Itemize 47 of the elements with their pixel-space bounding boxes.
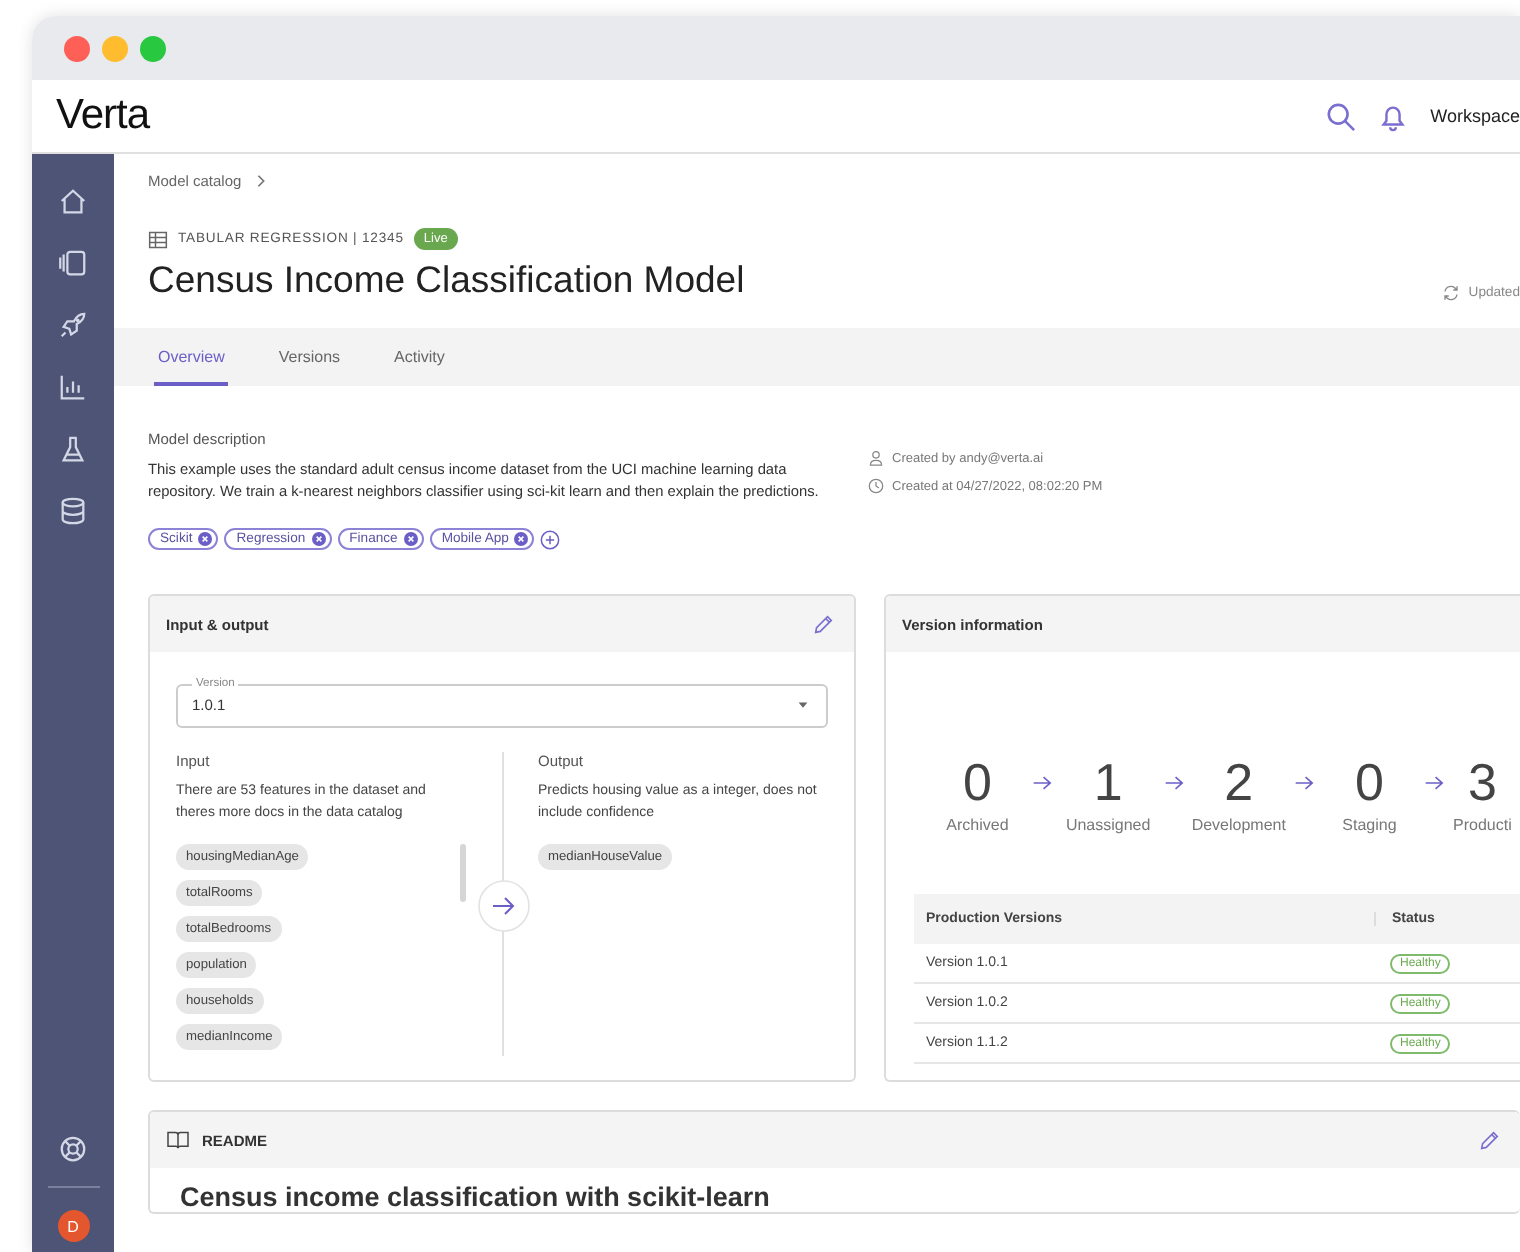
arrow-right-icon bbox=[1032, 774, 1053, 792]
notification-bell-icon[interactable] bbox=[1378, 101, 1409, 131]
home-icon[interactable] bbox=[58, 186, 88, 216]
arrow-right-icon bbox=[1424, 774, 1445, 792]
tab[interactable]: Overview bbox=[154, 328, 229, 386]
refresh-icon bbox=[1442, 283, 1461, 301]
edit-pencil-icon[interactable] bbox=[812, 613, 834, 635]
flask-icon[interactable] bbox=[58, 434, 88, 464]
database-icon[interactable] bbox=[58, 496, 88, 526]
remove-tag-icon[interactable] bbox=[198, 532, 213, 546]
bar-chart-icon[interactable] bbox=[58, 372, 88, 402]
stage-label: Staging bbox=[1342, 816, 1397, 834]
scrollbar-thumb[interactable] bbox=[460, 844, 466, 902]
dropdown-caret-icon bbox=[796, 698, 810, 712]
stage-label: Archived bbox=[946, 816, 1009, 834]
stage-count: 0 bbox=[962, 756, 992, 808]
stage-count: 1 bbox=[1093, 756, 1123, 808]
logo[interactable]: Verta bbox=[56, 92, 150, 140]
table-icon bbox=[148, 229, 168, 249]
remove-tag-icon[interactable] bbox=[311, 532, 326, 546]
arrow-right-icon bbox=[1294, 774, 1315, 792]
remove-tag-icon[interactable] bbox=[403, 532, 418, 546]
clock-icon bbox=[868, 478, 884, 494]
close-window-button[interactable] bbox=[64, 35, 90, 61]
cards-icon[interactable] bbox=[58, 248, 88, 278]
user-avatar[interactable]: D bbox=[57, 1210, 89, 1242]
search-icon[interactable] bbox=[1326, 101, 1357, 131]
stage-label: Producti bbox=[1453, 816, 1512, 834]
add-tag-icon[interactable] bbox=[540, 529, 561, 549]
stage-count: 3 bbox=[1467, 756, 1497, 808]
chevron-right-icon bbox=[253, 174, 268, 188]
stage-count: 2 bbox=[1224, 756, 1254, 808]
readme-heading: Census income classification with scikit-learn bbox=[180, 1182, 772, 1212]
arrow-right-icon bbox=[1163, 774, 1184, 792]
book-icon bbox=[166, 1130, 190, 1150]
tab[interactable]: Versions bbox=[274, 328, 345, 386]
help-lifebuoy-icon[interactable] bbox=[58, 1134, 88, 1164]
model-title: Census Income Classification Model bbox=[148, 258, 745, 302]
stage-count: 0 bbox=[1355, 756, 1384, 808]
workspace-menu[interactable]: Workspace bbox=[1430, 106, 1520, 126]
stage-label: Unassigned bbox=[1065, 816, 1151, 834]
stage-label: Development bbox=[1191, 816, 1286, 834]
edit-pencil-icon[interactable] bbox=[1478, 1129, 1500, 1151]
tab[interactable]: Activity bbox=[390, 328, 449, 386]
remove-tag-icon[interactable] bbox=[514, 532, 529, 546]
user-icon bbox=[868, 450, 884, 466]
rocket-icon[interactable] bbox=[58, 310, 88, 340]
